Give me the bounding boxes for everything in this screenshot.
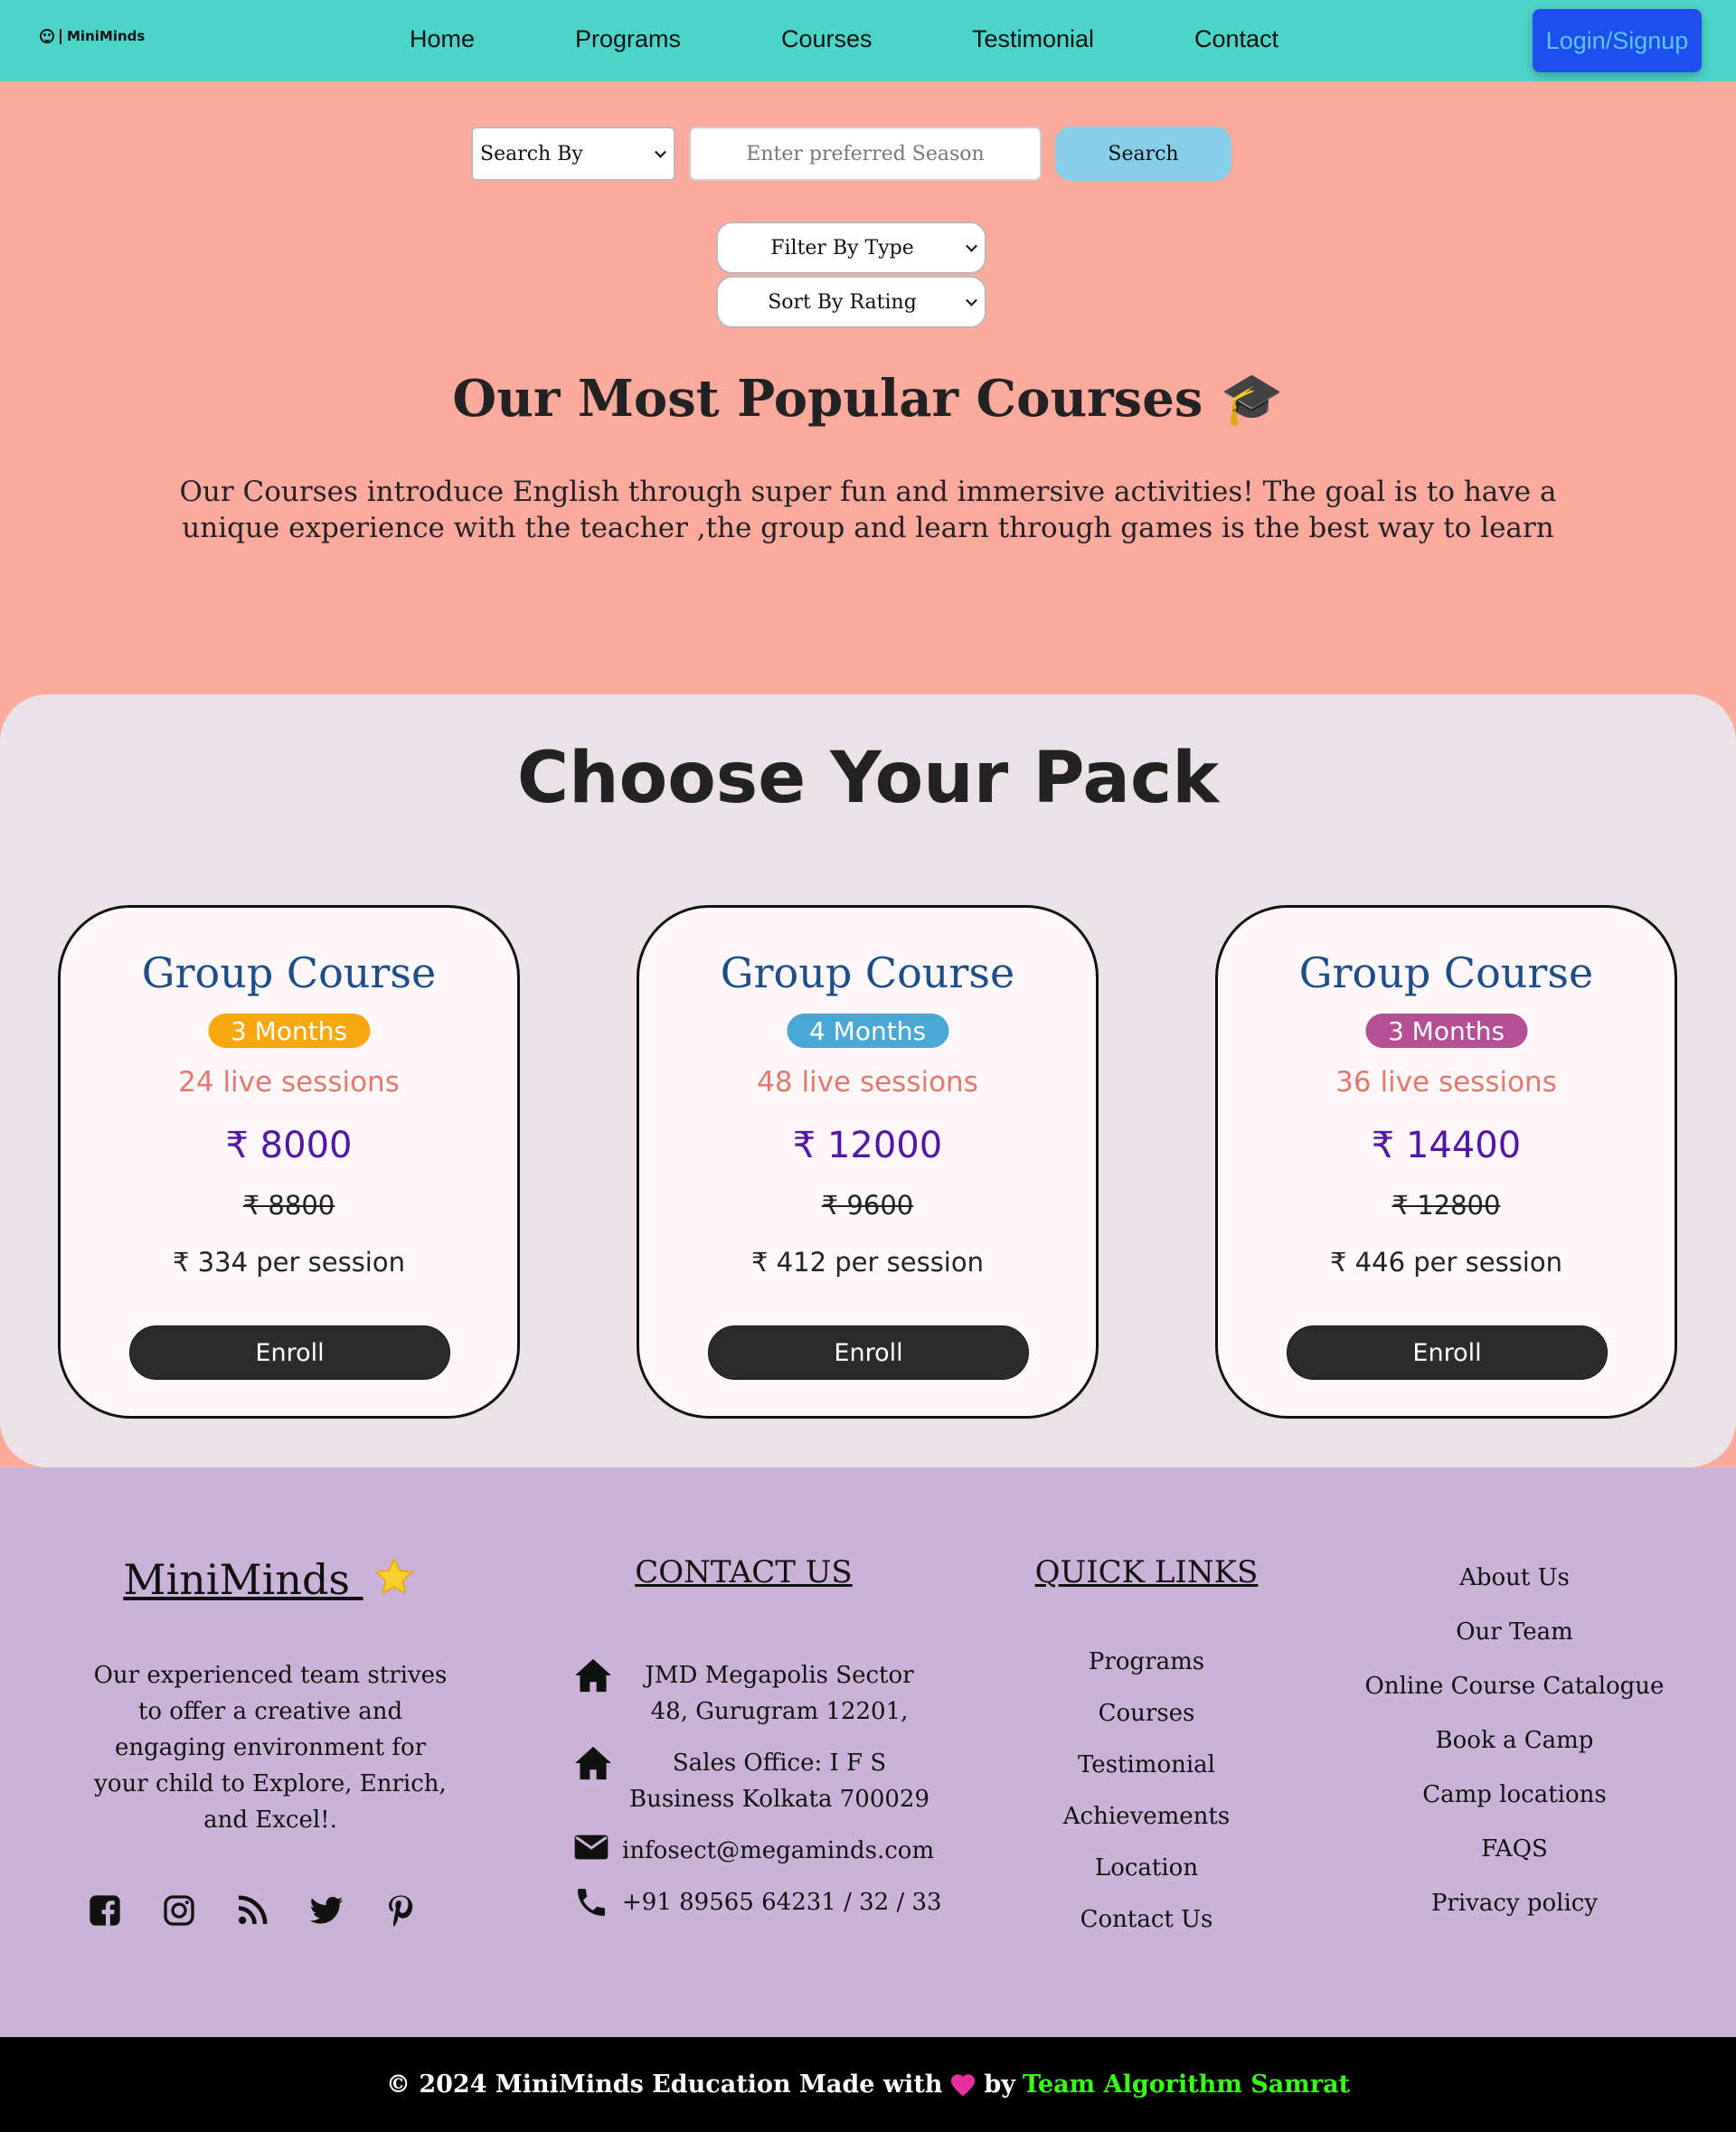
copyright-bar: © 2024 MiniMinds Education Made with by … <box>0 2037 1736 2132</box>
pack-card: Group Course 4 Months 48 live sessions ₹… <box>637 905 1099 1419</box>
twitter-icon[interactable] <box>308 1892 344 1929</box>
envelope-icon <box>574 1835 609 1860</box>
quick-link-achievements[interactable]: Achievements <box>1052 1803 1241 1830</box>
enroll-button[interactable]: Enroll <box>1287 1325 1608 1380</box>
link-our-team[interactable]: Our Team <box>1334 1618 1695 1646</box>
login-signup-button[interactable]: Login/Signup <box>1533 9 1702 72</box>
duration-badge: 3 Months <box>207 1014 371 1048</box>
copyright-text: © 2024 MiniMinds Education Made with <box>385 2071 943 2099</box>
heart-icon <box>951 2073 976 2096</box>
filter-by-type-select[interactable]: Filter By Type <box>716 222 986 274</box>
link-about-us[interactable]: About Us <box>1334 1564 1695 1591</box>
search-by-label: Search By <box>480 142 583 165</box>
quick-link-courses[interactable]: Courses <box>1052 1700 1241 1727</box>
choose-pack-section: Choose Your Pack Group Course 3 Months 2… <box>0 694 1736 1467</box>
logo[interactable]: MiniMinds <box>40 28 145 44</box>
pack-title: Group Course <box>141 948 437 997</box>
price-per-session: ₹ 412 per session <box>751 1247 984 1278</box>
popular-courses-title: Our Most Popular Courses 🎓 <box>452 369 1284 429</box>
footer: MiniMinds Our experienced team strives t… <box>0 1467 1736 2037</box>
enroll-button[interactable]: Enroll <box>708 1325 1029 1380</box>
season-search-input[interactable]: Enter preferred Season <box>689 127 1042 181</box>
quick-link-location[interactable]: Location <box>1052 1854 1241 1882</box>
chevron-down-icon <box>966 240 977 252</box>
nav-link-contact[interactable]: Contact <box>1194 25 1278 53</box>
duration-badge: 3 Months <box>1364 1014 1528 1048</box>
link-book-a-camp[interactable]: Book a Camp <box>1334 1727 1695 1754</box>
phone-text[interactable]: +91 89565 64231 / 32 / 33 <box>622 1884 942 1920</box>
duration-badge: 4 Months <box>786 1014 949 1048</box>
pack-old-price: ₹ 8800 <box>242 1190 335 1221</box>
live-sessions: 36 live sessions <box>1335 1066 1557 1099</box>
quick-links-heading: QUICK LINKS <box>1034 1554 1259 1590</box>
sort-by-rating-select[interactable]: Sort By Rating <box>716 276 986 328</box>
sales-office-text: Sales Office: I F S Business Kolkata 700… <box>628 1750 929 1813</box>
pack-price: ₹ 8000 <box>225 1125 353 1166</box>
pack-card: Group Course 3 Months 24 live sessions ₹… <box>58 905 520 1419</box>
rss-icon[interactable] <box>234 1892 270 1929</box>
quick-link-contact-us[interactable]: Contact Us <box>1052 1906 1241 1933</box>
quick-link-testimonial[interactable]: Testimonial <box>1052 1751 1241 1778</box>
search-by-select[interactable]: Search By <box>471 127 675 181</box>
instagram-icon[interactable] <box>161 1892 197 1929</box>
pack-card: Group Course 3 Months 36 live sessions ₹… <box>1215 905 1677 1419</box>
facebook-icon[interactable] <box>87 1892 123 1929</box>
logo-divider <box>60 28 61 44</box>
address-row: JMD Megapolis Sector 48, Gurugram 12201, <box>573 1657 933 1730</box>
address-text: JMD Megapolis Sector 48, Gurugram 12201, <box>645 1662 914 1725</box>
contact-us-heading: CONTACT US <box>635 1554 853 1590</box>
sort-label: Sort By Rating <box>768 290 917 314</box>
footer-brand-name: MiniMinds <box>123 1555 351 1604</box>
price-per-session: ₹ 446 per session <box>1330 1247 1562 1278</box>
email-row: infosect@megaminds.com <box>573 1833 934 1869</box>
phone-row: +91 89565 64231 / 32 / 33 <box>573 1884 942 1920</box>
footer-brand: MiniMinds <box>0 1554 541 1604</box>
price-per-session: ₹ 334 per session <box>173 1247 405 1278</box>
email-text[interactable]: infosect@megaminds.com <box>622 1833 934 1869</box>
popular-courses-description: Our Courses introduce English through su… <box>179 476 1557 544</box>
nav-link-home[interactable]: Home <box>410 25 475 53</box>
filter-label: Filter By Type <box>770 236 914 259</box>
smiley-icon <box>40 29 54 43</box>
live-sessions: 24 live sessions <box>178 1066 400 1099</box>
link-privacy-policy[interactable]: Privacy policy <box>1334 1890 1695 1917</box>
team-name: Team Algorithm Samrat <box>1023 2071 1351 2099</box>
pack-price: ₹ 12000 <box>792 1125 943 1166</box>
pack-title: Group Course <box>1298 948 1594 997</box>
footer-about-text: Our experienced team strives to offer a … <box>93 1662 448 1834</box>
link-online-course-catalogue[interactable]: Online Course Catalogue <box>1334 1673 1695 1700</box>
star-icon <box>373 1557 414 1595</box>
live-sessions: 48 live sessions <box>757 1066 978 1099</box>
pack-price: ₹ 14400 <box>1371 1125 1522 1166</box>
phone-icon <box>578 1889 605 1916</box>
search-button[interactable]: Search <box>1055 127 1231 181</box>
pack-title: Group Course <box>720 948 1015 997</box>
sales-office-row: Sales Office: I F S Business Kolkata 700… <box>573 1745 933 1817</box>
link-camp-locations[interactable]: Camp locations <box>1334 1781 1695 1808</box>
by-text: by <box>984 2071 1015 2099</box>
home-icon <box>575 1746 611 1780</box>
home-icon <box>575 1658 611 1693</box>
link-faqs[interactable]: FAQS <box>1334 1835 1695 1863</box>
logo-text: MiniMinds <box>67 28 146 44</box>
pack-old-price: ₹ 9600 <box>821 1190 914 1221</box>
top-nav: MiniMinds Home Programs Courses Testimon… <box>0 0 1736 81</box>
chevron-down-icon <box>655 146 666 158</box>
nav-link-programs[interactable]: Programs <box>575 25 681 53</box>
nav-link-courses[interactable]: Courses <box>781 25 873 53</box>
chevron-down-icon <box>966 294 977 307</box>
choose-pack-title: Choose Your Pack <box>516 738 1220 819</box>
pinterest-icon[interactable] <box>382 1892 419 1929</box>
enroll-button[interactable]: Enroll <box>129 1325 450 1380</box>
pack-old-price: ₹ 12800 <box>1392 1190 1501 1221</box>
nav-link-testimonial[interactable]: Testimonial <box>972 25 1094 53</box>
quick-link-programs[interactable]: Programs <box>1052 1648 1241 1675</box>
